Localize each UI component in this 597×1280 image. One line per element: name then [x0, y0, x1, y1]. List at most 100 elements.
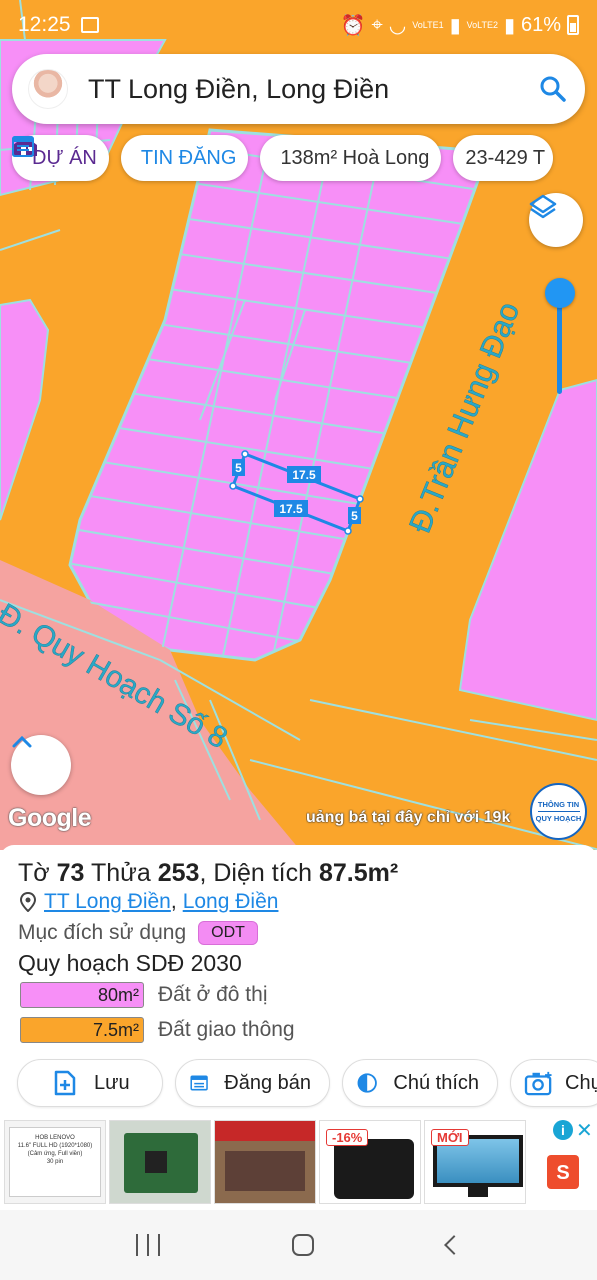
ad-item-monitor[interactable]: MỚI [424, 1120, 526, 1204]
logo-line-2: QUY HOẠCH [535, 814, 582, 823]
lot-number: 253 [157, 859, 200, 887]
new-tag: MỚI [431, 1129, 469, 1146]
gallery-icon [80, 17, 99, 33]
alarm-icon: ⏰ [340, 14, 366, 37]
plan-title: Quy hoạch SDĐ 2030 [18, 950, 242, 976]
sheet-label: Tờ [18, 859, 50, 887]
opacity-slider[interactable] [545, 278, 575, 398]
status-bar: 12:25 ⏰ ⌖ ◡ VoLTE1 ▮ VoLTE2 ▮ 61% [0, 0, 597, 50]
logo-line-1: THÔNG TIN [537, 800, 580, 809]
home-button[interactable] [292, 1234, 315, 1256]
dim-top-text: 17.5 [292, 468, 316, 482]
search-bar[interactable]: TT Long Điền, Long Điền [12, 54, 585, 124]
dim-bottom-text: 17.5 [279, 502, 303, 516]
legend-row-residential: 80m² Đất ở đô thị [20, 982, 268, 1008]
ad-item-receipt-printer[interactable]: -16% [319, 1120, 421, 1204]
sheet-number: 73 [56, 859, 85, 887]
avatar[interactable] [28, 69, 68, 109]
legend-swatch: 80m² [20, 982, 144, 1008]
ad-banner[interactable]: HOB LENOVO 11.6" FULL HD (1920*1080) (Cả… [0, 1115, 597, 1210]
sim2-label: VoLTE2 [466, 19, 498, 30]
ad-screen-line-2: 11.6" FULL HD (1920*1080) [17, 1143, 93, 1149]
ad-close-icon[interactable]: ✕ [576, 1118, 593, 1143]
save-label: Lưu [94, 1071, 130, 1094]
action-buttons: Lưu Đăng bán Chú thích Chụ [17, 1059, 597, 1107]
purpose-label: Mục đích sử dụng [18, 921, 187, 944]
sim1-label: VoLTE1 [412, 19, 444, 30]
chip-label: DỰ ÁN [32, 146, 97, 169]
status-time: 12:25 [18, 13, 71, 36]
chip-tin-dang[interactable]: TIN ĐĂNG [12, 135, 249, 181]
area-value: 87.5m² [318, 859, 399, 887]
ad-screen-line-3: (Cảm ứng, Full viền) [27, 1151, 83, 1157]
half-circle-icon [357, 1073, 377, 1093]
town-link[interactable]: TT Long Điền [44, 890, 171, 914]
save-button[interactable]: Lưu [17, 1059, 163, 1107]
battery-icon [567, 15, 579, 35]
dim-bottom-label: 17.5 [274, 500, 308, 517]
dim-right-label: 5 [348, 507, 361, 524]
ad-info-icon[interactable]: i [553, 1120, 573, 1140]
parcel-info-panel: Tờ 73 Thửa 253, Diện tích 87.5m² TT Long… [0, 845, 597, 1115]
recent-apps-button[interactable] [136, 1234, 161, 1256]
location-icon: ⌖ [371, 13, 383, 36]
back-button[interactable] [443, 1235, 464, 1255]
chip-label: 23-429 T [465, 146, 546, 169]
ad-item-laptop-screen[interactable]: HOB LENOVO 11.6" FULL HD (1920*1080) (Cả… [4, 1120, 106, 1204]
ad-item-storefront[interactable] [214, 1120, 316, 1204]
wifi-icon: ◡ [388, 14, 407, 37]
layers-icon [529, 194, 557, 219]
search-location-title[interactable]: TT Long Điền, Long Điền [88, 74, 389, 105]
shopee-logo[interactable]: S [547, 1155, 579, 1189]
lot-label: Thửa [90, 859, 151, 887]
location-pin-icon [19, 892, 37, 912]
ad-screen-line-1: HOB LENOVO [35, 1135, 75, 1141]
layers-button[interactable] [529, 193, 583, 247]
chevron-up-icon [12, 735, 32, 748]
calendar-list-icon [190, 1075, 208, 1091]
ad-screen-line-4: 30 pin [46, 1159, 64, 1165]
chip-listing-hoa-long[interactable]: 138m² Hoà Long [12, 135, 442, 181]
discount-tag: -16% [326, 1129, 369, 1146]
add-document-icon [54, 1070, 76, 1096]
legend-label: Đất giao thông [158, 1018, 295, 1041]
thong-tin-quy-hoach-logo[interactable]: THÔNG TIN QUY HOẠCH [530, 783, 587, 840]
filter-chips: DỰ ÁN TIN ĐĂNG 138m² Hoà Long 23-429 T [12, 135, 597, 183]
chip-label: TIN ĐĂNG [140, 146, 237, 169]
signal-icon-1: ▮ [449, 14, 461, 37]
search-icon[interactable] [539, 75, 567, 103]
system-nav-bar [0, 1210, 597, 1280]
ad-item-circuit-board[interactable] [109, 1120, 211, 1204]
expand-up-button[interactable] [11, 735, 71, 795]
listing-icon [12, 136, 34, 157]
capture-button[interactable]: Chụ [510, 1059, 597, 1107]
google-attribution: Google [8, 804, 92, 832]
purpose-badge: ODT [198, 921, 258, 945]
map-view[interactable]: 17.5 17.5 5 5 Đ.Trần Hưng Đạo Đ. Quy Hoạ… [0, 0, 597, 850]
post-sale-label: Đăng bán [224, 1071, 311, 1094]
legend-label: Chú thích [393, 1071, 479, 1094]
dim-right-text: 5 [351, 509, 358, 523]
legend-row-road: 7.5m² Đất giao thông [20, 1017, 295, 1043]
post-sale-button[interactable]: Đăng bán [175, 1059, 330, 1107]
legend-swatch: 7.5m² [20, 1017, 144, 1043]
camera-icon [524, 1071, 552, 1096]
purpose-row: Mục đích sử dụng ODT [18, 921, 258, 945]
signal-icon-2: ▮ [503, 14, 515, 37]
legend-label: Đất ở đô thị [158, 983, 268, 1006]
promo-marquee[interactable]: uảng bá tại đây chỉ với 19k [306, 809, 528, 833]
chip-listing-23-429[interactable]: 23-429 T [453, 135, 554, 181]
location-row: TT Long Điền, Long Điền [18, 890, 278, 914]
zoning-map[interactable]: 17.5 17.5 5 5 Đ.Trần Hưng Đạo Đ. Quy Hoạ… [0, 0, 597, 850]
dim-left-label: 5 [232, 459, 245, 476]
dim-left-text: 5 [235, 461, 242, 475]
parcel-title: Tờ 73 Thửa 253, Diện tích 87.5m² [18, 859, 398, 888]
opacity-knob[interactable] [545, 278, 575, 308]
district-link[interactable]: Long Điền [183, 890, 279, 914]
dim-top-label: 17.5 [287, 466, 321, 483]
capture-label: Chụ [565, 1071, 597, 1094]
area-label: , Diện tích [199, 859, 312, 887]
chip-label: 138m² Hoà Long [280, 146, 430, 169]
legend-button[interactable]: Chú thích [342, 1059, 498, 1107]
battery-percent: 61% [520, 13, 561, 36]
